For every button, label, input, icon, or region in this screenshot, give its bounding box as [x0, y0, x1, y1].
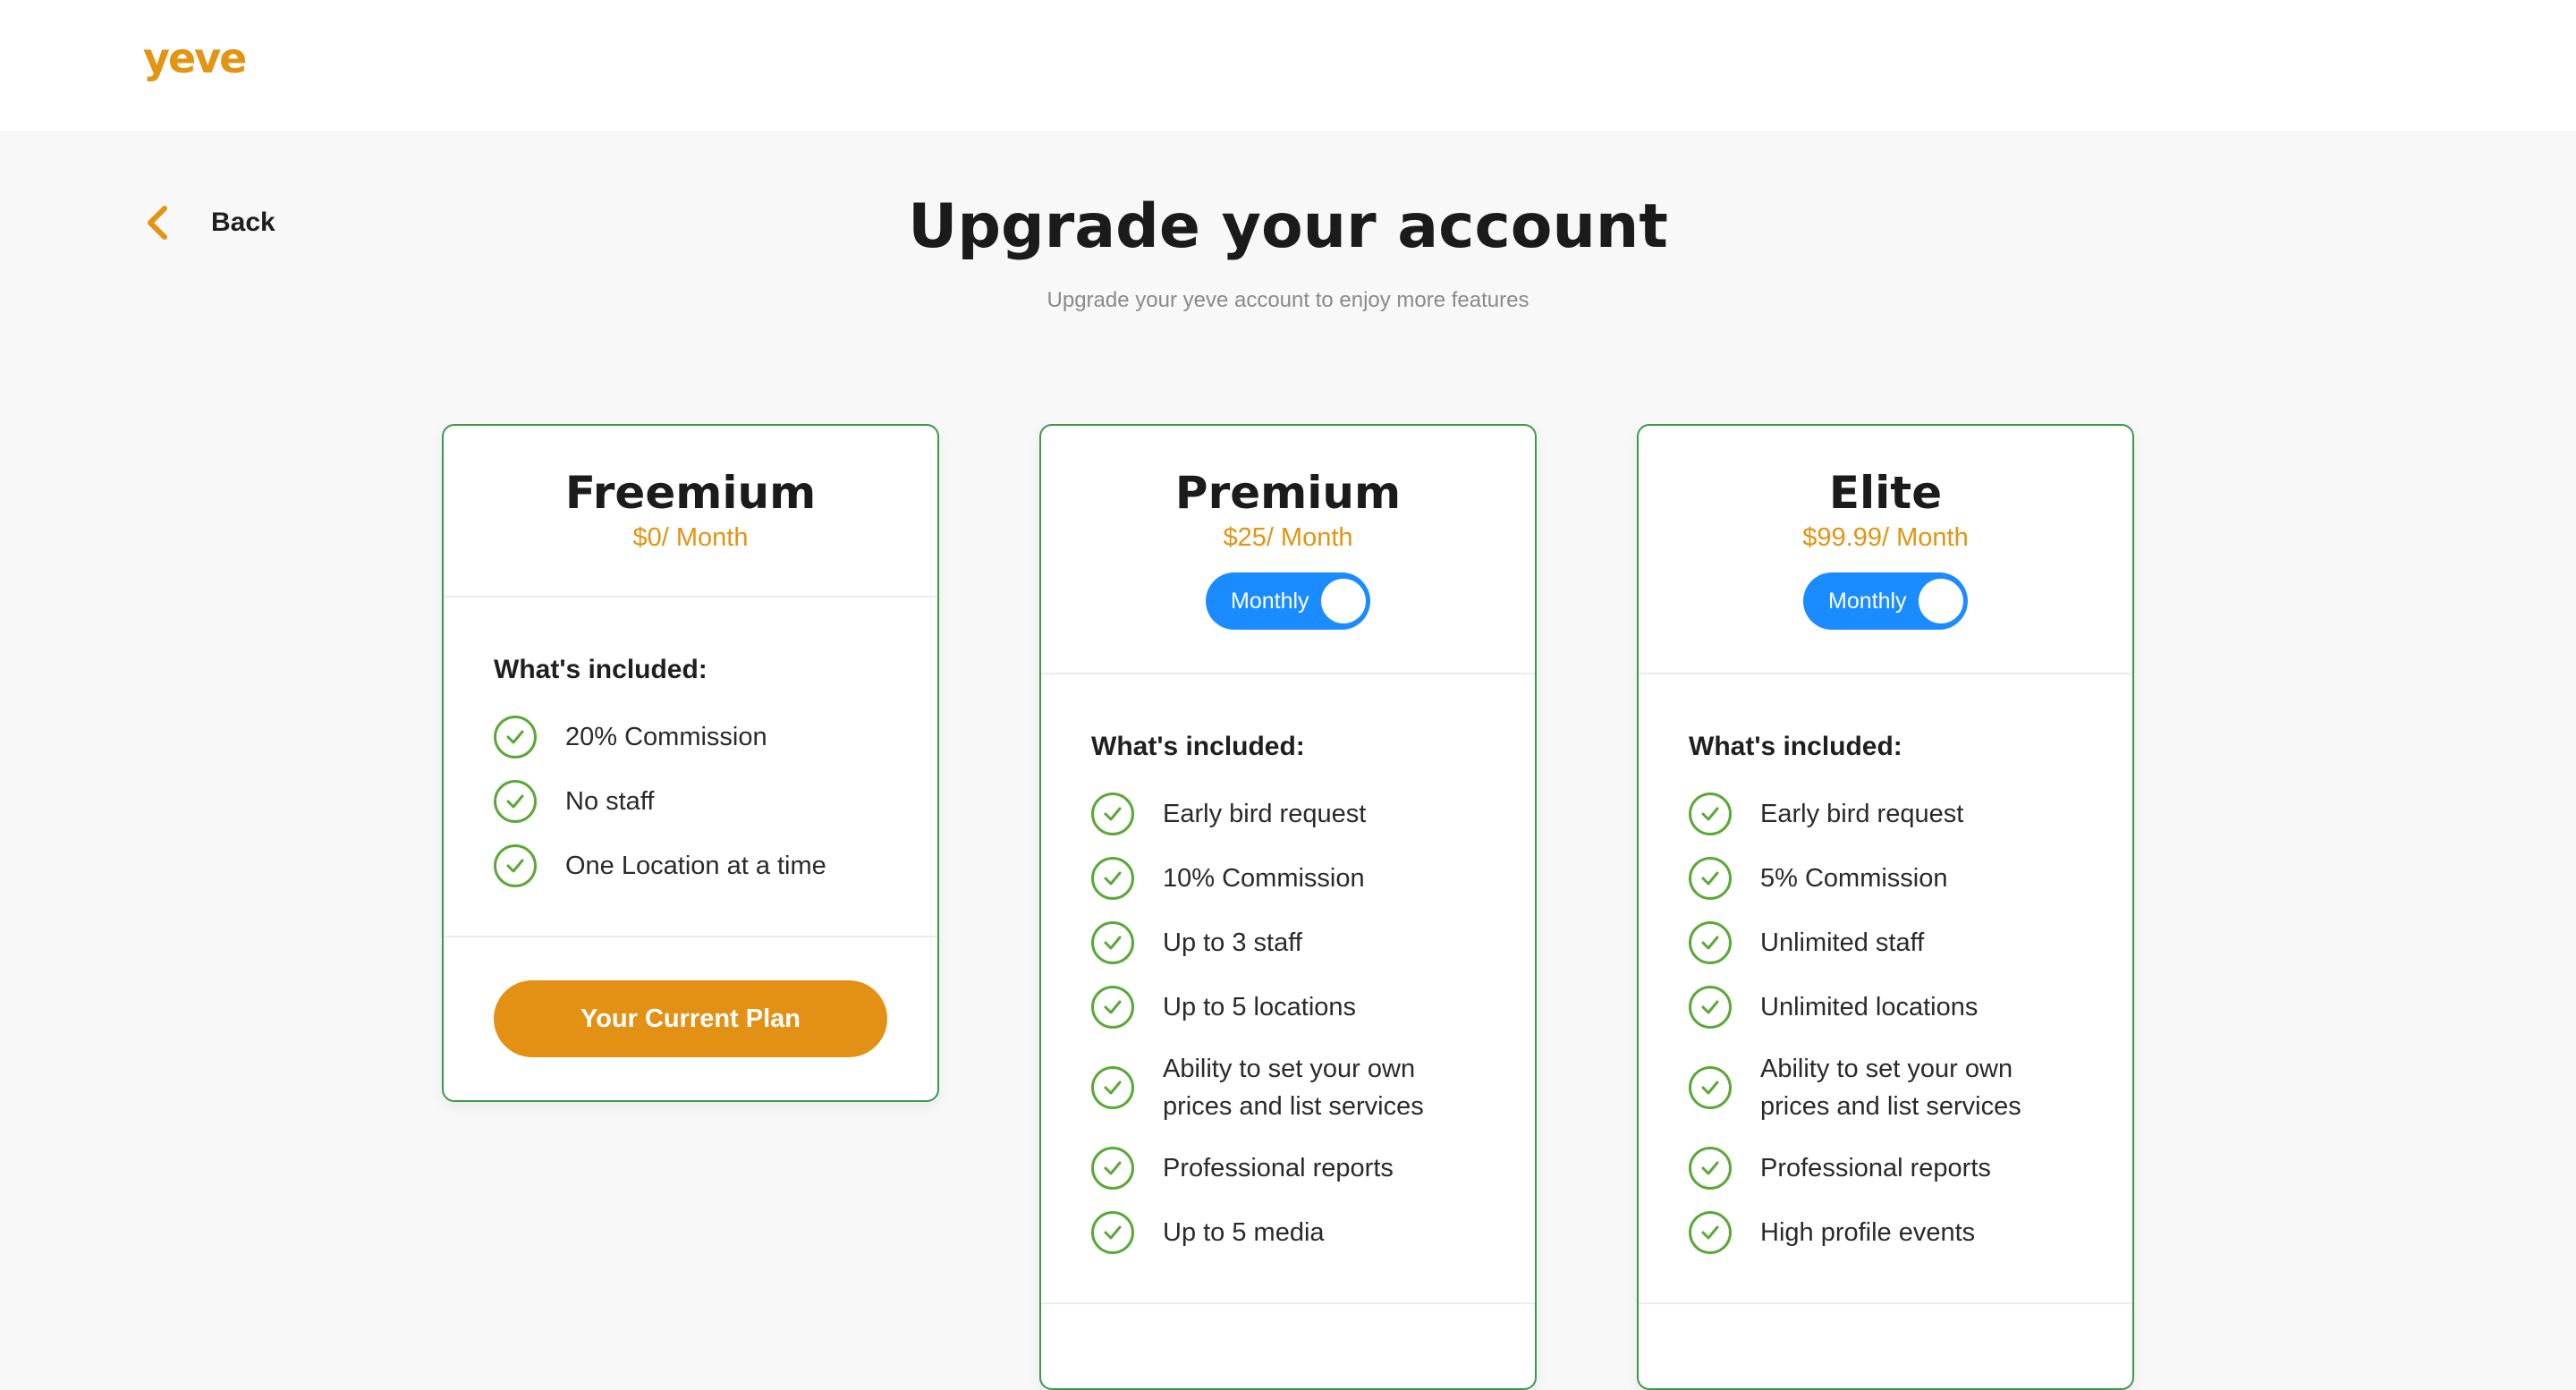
billing-toggle-label: Monthly — [1231, 589, 1309, 614]
check-circle-icon — [1689, 857, 1732, 900]
plan-price: $0/ Month — [632, 523, 749, 552]
feature-item: Early bird request — [1091, 792, 1485, 835]
check-circle-icon — [1091, 1066, 1134, 1109]
plan-card-elite: Elite $99.99/ Month Monthly What's inclu… — [1637, 424, 2134, 1390]
toggle-knob — [1321, 579, 1366, 623]
plan-card-premium: Premium $25/ Month Monthly What's includ… — [1039, 424, 1537, 1390]
plan-name: Elite — [1828, 467, 1943, 519]
billing-toggle-label: Monthly — [1828, 589, 1907, 614]
feature-item: Up to 3 staff — [1091, 921, 1485, 964]
feature-item: 10% Commission — [1091, 857, 1485, 900]
plan-name: Premium — [1174, 467, 1402, 519]
feature-list: Early bird request 5% Commission Unlimited… — [1689, 792, 2082, 1254]
plan-price: $99.99/ Month — [1802, 523, 1969, 552]
feature-text: Unlimited staff — [1760, 928, 1925, 957]
feature-item: Unlimited staff — [1689, 921, 2082, 964]
feature-item: Ability to set your own prices and list … — [1091, 1050, 1485, 1125]
feature-text: Professional reports — [1760, 1154, 1991, 1182]
check-circle-icon — [1689, 1066, 1732, 1109]
billing-toggle[interactable]: Monthly — [1206, 572, 1370, 630]
feature-text: High profile events — [1760, 1218, 1976, 1247]
feature-text: One Location at a time — [565, 852, 826, 880]
plan-footer: Your Current Plan — [444, 936, 937, 1100]
feature-item: One Location at a time — [494, 844, 887, 887]
feature-text: Up to 5 media — [1163, 1218, 1325, 1247]
check-circle-icon — [1091, 857, 1134, 900]
top-bar: yeve — [0, 0, 2576, 131]
feature-text: Early bird request — [1760, 800, 1964, 828]
feature-text: Unlimited locations — [1760, 993, 1979, 1021]
plan-price: $25/ Month — [1223, 523, 1353, 552]
feature-list: Early bird request 10% Commission Up to 3 … — [1091, 792, 1485, 1254]
feature-item: Up to 5 media — [1091, 1211, 1485, 1254]
feature-text: Up to 3 staff — [1163, 928, 1302, 957]
feature-text: 5% Commission — [1760, 864, 1948, 893]
feature-item: No staff — [494, 780, 887, 823]
plan-name: Freemium — [564, 467, 817, 519]
feature-text: Early bird request — [1163, 800, 1367, 828]
feature-item: Early bird request — [1689, 792, 2082, 835]
check-circle-icon — [1689, 792, 1732, 835]
check-circle-icon — [1689, 921, 1732, 964]
feature-item: Ability to set your own prices and list … — [1689, 1050, 2082, 1125]
check-circle-icon — [1689, 986, 1732, 1029]
check-circle-icon — [1091, 986, 1134, 1029]
plan-footer — [1639, 1302, 2132, 1390]
plan-features: What's included: Early bird request 10% C… — [1041, 674, 1535, 1302]
plan-header: Premium $25/ Month Monthly — [1041, 426, 1535, 674]
plan-header: Elite $99.99/ Month Monthly — [1639, 426, 2132, 674]
toggle-knob — [1919, 579, 1963, 623]
feature-item: 20% Commission — [494, 716, 887, 759]
feature-text: Professional reports — [1163, 1154, 1394, 1182]
feature-item: High profile events — [1689, 1211, 2082, 1254]
included-heading: What's included: — [1091, 732, 1305, 761]
plan-header: Freemium $0/ Month — [444, 426, 937, 598]
check-circle-icon — [1689, 1147, 1732, 1190]
plan-features: What's included: Early bird request 5% Co… — [1639, 674, 2132, 1302]
check-circle-icon — [1091, 1147, 1134, 1190]
check-circle-icon — [1091, 1211, 1134, 1254]
check-circle-icon — [494, 780, 537, 823]
feature-item: Unlimited locations — [1689, 986, 2082, 1029]
included-heading: What's included: — [1689, 732, 1902, 761]
feature-item: Up to 5 locations — [1091, 986, 1485, 1029]
plan-card-freemium: Freemium $0/ Month What's included: 20% … — [442, 424, 939, 1102]
page-subtitle: Upgrade your yeve account to enjoy more … — [1046, 288, 1530, 312]
feature-text: 10% Commission — [1163, 864, 1365, 893]
check-circle-icon — [1091, 792, 1134, 835]
feature-text: 20% Commission — [565, 723, 767, 751]
yeve-logo[interactable]: yeve — [143, 34, 247, 82]
page-title: Upgrade your account — [908, 191, 1668, 262]
plan-footer — [1041, 1302, 1535, 1390]
feature-item: 5% Commission — [1689, 857, 2082, 900]
feature-item: Professional reports — [1689, 1147, 2082, 1190]
feature-text: Ability to set your own prices and list … — [1760, 1055, 2021, 1121]
included-heading: What's included: — [494, 655, 708, 684]
feature-list: 20% Commission No staff One Location at a … — [494, 716, 887, 887]
plan-features: What's included: 20% Commission No staff O… — [444, 598, 937, 936]
current-plan-button[interactable]: Your Current Plan — [494, 980, 887, 1057]
check-circle-icon — [494, 716, 537, 759]
check-circle-icon — [1689, 1211, 1732, 1254]
feature-text: Up to 5 locations — [1163, 993, 1357, 1021]
feature-item: Professional reports — [1091, 1147, 1485, 1190]
check-circle-icon — [494, 844, 537, 887]
feature-text: No staff — [565, 787, 655, 816]
check-circle-icon — [1091, 921, 1134, 964]
billing-toggle[interactable]: Monthly — [1803, 572, 1968, 630]
feature-text: Ability to set your own prices and list … — [1163, 1055, 1424, 1121]
